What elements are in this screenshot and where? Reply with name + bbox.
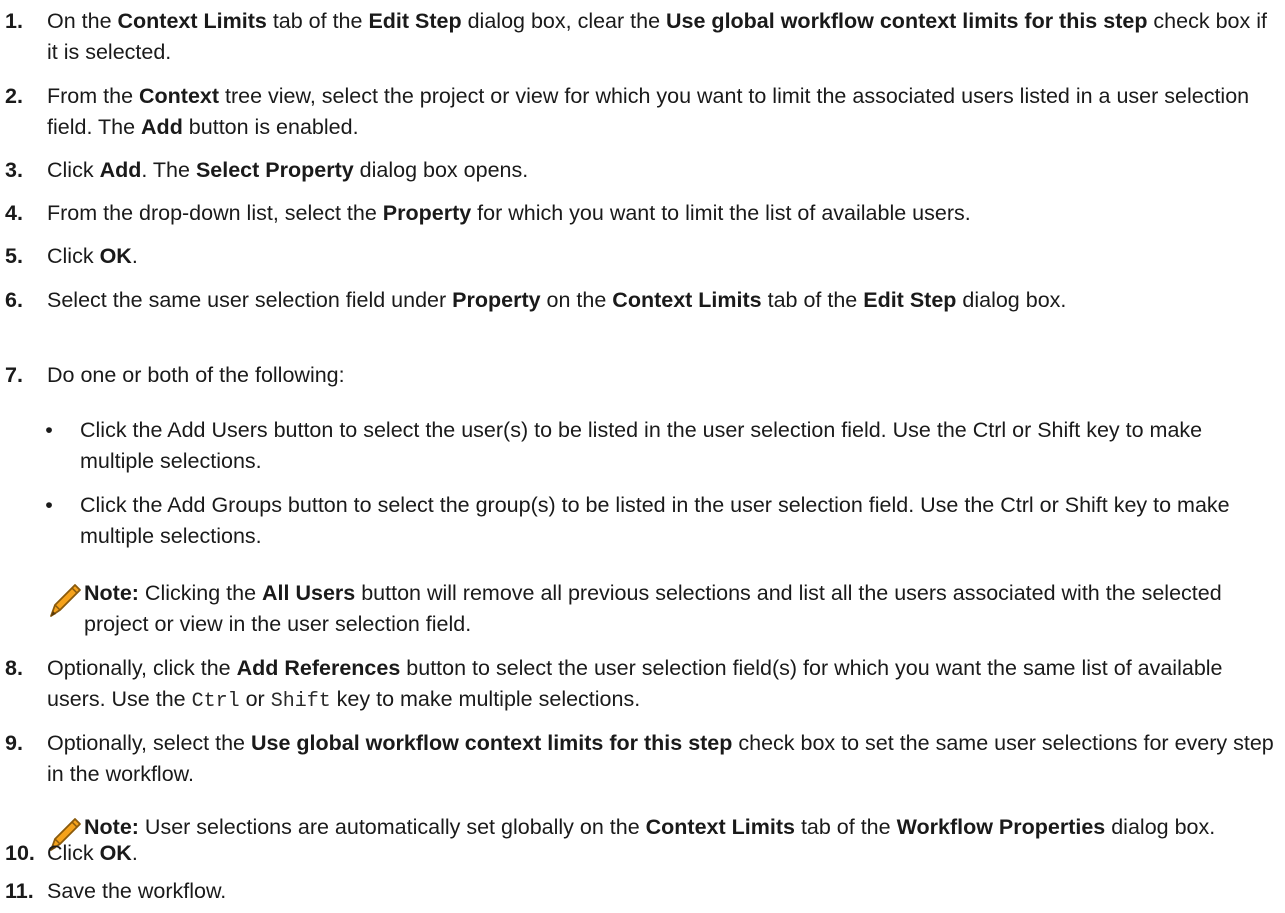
step-7: 7. Do one or both of the following: xyxy=(5,360,1275,391)
step-number: 2. xyxy=(5,84,23,108)
step-8: 8. Optionally, click the Add References … xyxy=(5,653,1275,717)
step-number: 5. xyxy=(5,244,23,268)
step-text: Optionally, click the Add References but… xyxy=(47,656,1223,713)
step-text: From the drop-down list, select the Prop… xyxy=(47,201,971,225)
step-text: Optionally, select the Use global workfl… xyxy=(47,731,1274,786)
note-block: Note: Clicking the All Users button will… xyxy=(47,578,1275,640)
step-number: 4. xyxy=(5,201,23,225)
step-10: 10. Click OK. xyxy=(5,838,1275,869)
step-text: Save the workflow. xyxy=(47,879,227,903)
step-text: From the Context tree view, select the p… xyxy=(47,84,1250,139)
step-text: Click Add. The Select Property dialog bo… xyxy=(47,158,529,182)
step-6: 6. Select the same user selection field … xyxy=(5,285,1275,316)
step-2: 2. From the Context tree view, select th… xyxy=(5,81,1275,143)
step-number: 7. xyxy=(5,363,23,387)
note-text: Note: Clicking the All Users button will… xyxy=(84,581,1222,636)
step-11: 11. Save the workflow. xyxy=(5,876,1275,907)
bullet-text: Click the Add Groups button to select th… xyxy=(80,493,1230,548)
step-1: 1. On the Context Limits tab of the Edit… xyxy=(5,6,1275,68)
bullet-text: Click the Add Users button to select the… xyxy=(80,418,1203,473)
step-number: 11. xyxy=(5,879,34,903)
bullet-icon: • xyxy=(45,493,53,517)
step-4: 4. From the drop-down list, select the P… xyxy=(5,198,1275,229)
list-item: • Click the Add Groups button to select … xyxy=(40,490,1276,552)
step-text: Click OK. xyxy=(47,244,138,268)
step-text: Click OK. xyxy=(47,841,138,865)
step-number: 9. xyxy=(5,731,23,755)
step-number: 3. xyxy=(5,158,23,182)
keyboard-key: Shift xyxy=(270,690,331,713)
step-9: 9. Optionally, select the Use global wor… xyxy=(5,728,1275,790)
step-text: On the Context Limits tab of the Edit St… xyxy=(47,9,1267,64)
keyboard-key: Ctrl xyxy=(191,690,240,713)
step-number: 10. xyxy=(5,841,35,865)
step-text: Do one or both of the following: xyxy=(47,363,345,387)
bullet-icon: • xyxy=(45,418,53,442)
step-number: 1. xyxy=(5,9,23,33)
pencil-icon xyxy=(50,584,81,617)
step-3: 3. Click Add. The Select Property dialog… xyxy=(5,155,1275,186)
step-number: 8. xyxy=(5,656,23,680)
procedure-document: 1. On the Context Limits tab of the Edit… xyxy=(0,0,1285,913)
list-item: • Click the Add Users button to select t… xyxy=(40,415,1276,477)
step-text: Select the same user selection field und… xyxy=(47,288,1067,312)
step-number: 6. xyxy=(5,288,23,312)
step-5: 5. Click OK. xyxy=(5,241,1275,272)
